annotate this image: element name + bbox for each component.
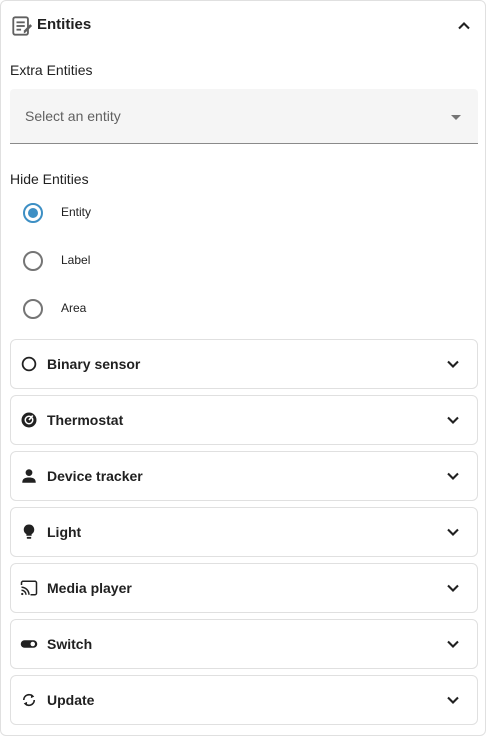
- radio-button[interactable]: [23, 251, 43, 271]
- radio-label: Label: [61, 253, 91, 267]
- radio-button[interactable]: [23, 299, 43, 319]
- domain-row-thermostat[interactable]: Thermostat: [10, 395, 478, 445]
- entities-panel: Entities Extra Entities Select an entity…: [0, 0, 486, 736]
- domain-row-switch[interactable]: Switch: [10, 619, 478, 669]
- domain-label: Thermostat: [47, 412, 124, 428]
- entity-select-placeholder: Select an entity: [25, 108, 121, 124]
- caret-down-icon: [451, 115, 461, 120]
- update-icon: [20, 691, 38, 709]
- chevron-down-icon[interactable]: [443, 466, 463, 486]
- radio-option-entity[interactable]: Entity: [23, 201, 223, 225]
- person-icon: [20, 467, 38, 485]
- lightbulb-icon: [20, 523, 38, 541]
- domain-row-update[interactable]: Update: [10, 675, 478, 725]
- domain-row-device-tracker[interactable]: Device tracker: [10, 451, 478, 501]
- domain-label: Device tracker: [47, 468, 143, 484]
- radio-option-label[interactable]: Label: [23, 249, 223, 273]
- chevron-down-icon[interactable]: [443, 634, 463, 654]
- chevron-down-icon[interactable]: [443, 522, 463, 542]
- chevron-down-icon[interactable]: [443, 690, 463, 710]
- domain-label: Light: [47, 524, 82, 540]
- thermostat-icon: [20, 411, 38, 429]
- domain-label: Update: [47, 692, 95, 708]
- radio-label: Area: [61, 301, 87, 315]
- radio-button[interactable]: [23, 203, 43, 223]
- entity-select[interactable]: Select an entity: [10, 89, 478, 144]
- entities-icon: [11, 15, 33, 37]
- chevron-up-icon[interactable]: [454, 16, 474, 36]
- domain-row-binary-sensor[interactable]: Binary sensor: [10, 339, 478, 389]
- chevron-down-icon[interactable]: [443, 410, 463, 430]
- domain-row-media-player[interactable]: Media player: [10, 563, 478, 613]
- entities-section-header[interactable]: Entities: [1, 1, 485, 49]
- cast-icon: [20, 579, 38, 597]
- circle-outline-icon: [20, 355, 38, 373]
- section-title: Entities: [37, 16, 92, 33]
- domain-label: Switch: [47, 636, 93, 652]
- domain-label: Media player: [47, 580, 132, 596]
- chevron-down-icon[interactable]: [443, 354, 463, 374]
- hide-entities-label: Hide Entities: [10, 171, 89, 187]
- domain-row-light[interactable]: Light: [10, 507, 478, 557]
- toggle-switch-icon: [20, 635, 38, 653]
- radio-label: Entity: [61, 205, 92, 219]
- extra-entities-label: Extra Entities: [10, 62, 93, 78]
- radio-option-area[interactable]: Area: [23, 297, 223, 321]
- chevron-down-icon[interactable]: [443, 578, 463, 598]
- domain-label: Binary sensor: [47, 356, 141, 372]
